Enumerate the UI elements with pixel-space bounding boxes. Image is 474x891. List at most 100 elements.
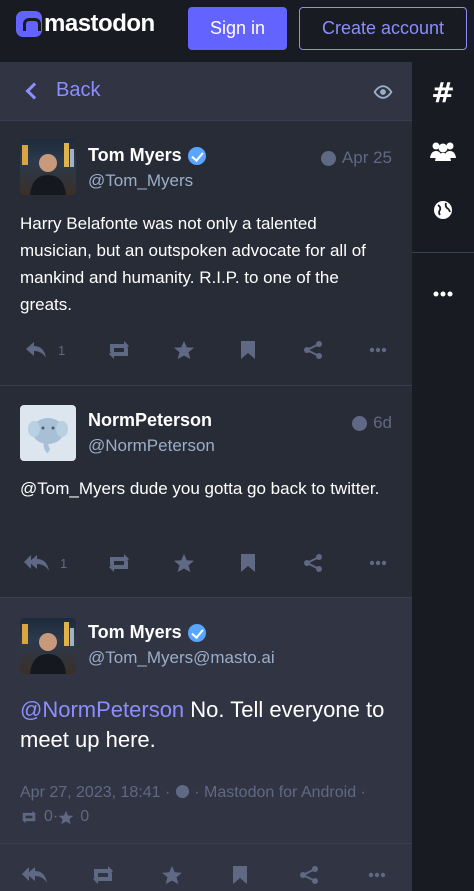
verified-badge-icon	[187, 623, 206, 642]
separator: ·	[189, 784, 204, 801]
favourite-button[interactable]	[173, 335, 195, 365]
avatar-image	[22, 622, 74, 674]
share-icon	[304, 341, 322, 359]
status-counts: 0 · 0	[20, 808, 89, 826]
more-button[interactable]	[369, 335, 387, 365]
avatar[interactable]	[20, 618, 76, 674]
logo-text: mastodon	[44, 10, 155, 37]
thread-column: Back Tom Myers @Tom_Myers Apr 25 Harry B…	[0, 62, 412, 891]
status-meta: Apr 27, 2023, 18:41 · · Mastodon for And…	[20, 784, 366, 802]
back-button[interactable]: Back	[24, 79, 100, 102]
status-content: Harry Belafonte was not only a talented …	[20, 214, 366, 314]
default-avatar-elephant-icon	[28, 418, 68, 454]
focused-status-card[interactable]: Tom Myers @Tom_Myers@masto.ai @NormPeter…	[0, 598, 412, 891]
bookmark-button[interactable]	[240, 335, 256, 365]
account-handle[interactable]: @Tom_Myers	[88, 171, 193, 191]
ellipsis-icon	[433, 291, 453, 297]
mention-link[interactable]: @NormPeterson	[20, 697, 184, 722]
status-content: @NormPeterson No. Tell everyone to meet …	[20, 695, 392, 755]
create-account-button[interactable]: Create account	[299, 7, 467, 50]
bookmark-button[interactable]	[232, 860, 248, 890]
mastodon-logo-icon	[16, 11, 42, 37]
status-timestamp[interactable]: 6d	[352, 413, 392, 433]
reply-all-button[interactable]: 1	[24, 548, 67, 578]
ellipsis-icon	[369, 347, 387, 353]
more-menu-button[interactable]	[412, 272, 474, 316]
share-button[interactable]	[299, 860, 319, 890]
column-header: Back	[0, 62, 412, 121]
star-icon	[174, 340, 194, 360]
status-actions: 1	[0, 335, 412, 365]
avatar[interactable]	[20, 405, 76, 461]
application-name[interactable]: Mastodon for Android	[204, 784, 356, 801]
display-name[interactable]: NormPeterson	[88, 410, 212, 431]
back-label: Back	[56, 79, 101, 101]
share-button[interactable]	[303, 335, 323, 365]
local-timeline-button[interactable]	[412, 129, 474, 173]
sign-in-button[interactable]: Sign in	[188, 7, 287, 50]
avatar[interactable]	[20, 139, 76, 195]
reply-all-button[interactable]	[22, 860, 48, 890]
account-handle[interactable]: @Tom_Myers@masto.ai	[88, 648, 275, 668]
boost-button[interactable]	[106, 335, 132, 365]
explore-hashtag-button[interactable]: #	[412, 70, 474, 114]
globe-icon	[175, 784, 189, 799]
share-button[interactable]	[303, 548, 323, 578]
separator: ·	[356, 784, 366, 801]
federated-timeline-button[interactable]	[412, 188, 474, 232]
star-icon	[174, 553, 194, 573]
favourite-count[interactable]: 0	[80, 808, 89, 826]
display-name[interactable]: Tom Myers	[88, 145, 206, 166]
globe-icon	[434, 201, 452, 219]
top-bar: mastodon Sign in Create account	[0, 0, 474, 62]
hashtag-icon: #	[431, 75, 455, 109]
share-icon	[300, 866, 318, 884]
bookmark-icon	[241, 554, 255, 572]
globe-icon	[352, 415, 368, 431]
status-timestamp[interactable]: Apr 25	[320, 148, 392, 168]
status-card[interactable]: NormPeterson @NormPeterson 6d @Tom_Myers…	[0, 386, 412, 598]
reply-button[interactable]: 1	[24, 335, 65, 365]
boost-button[interactable]	[90, 860, 116, 890]
boost-icon	[109, 341, 129, 359]
status-content: @Tom_Myers dude you gotta go back to twi…	[20, 479, 380, 498]
boost-count[interactable]: 0	[44, 808, 53, 826]
star-icon	[162, 865, 182, 885]
status-actions: 1	[0, 548, 412, 578]
display-name-text: Tom Myers	[88, 145, 182, 165]
reply-count: 1	[60, 555, 68, 571]
avatar-image	[22, 143, 74, 195]
ellipsis-icon	[368, 872, 386, 878]
mastodon-logo[interactable]: mastodon	[16, 10, 155, 38]
divider	[0, 843, 412, 844]
status-date[interactable]: Apr 27, 2023, 18:41	[20, 784, 161, 801]
status-card[interactable]: Tom Myers @Tom_Myers Apr 25 Harry Belafo…	[0, 121, 412, 386]
timestamp-text: Apr 25	[341, 148, 392, 167]
reply-icon	[26, 342, 46, 358]
eye-icon[interactable]	[373, 82, 393, 102]
reply-all-icon	[22, 867, 47, 883]
display-name-text: Tom Myers	[88, 622, 182, 642]
favourite-button[interactable]	[161, 860, 183, 890]
boost-icon	[109, 554, 129, 572]
display-name[interactable]: Tom Myers	[88, 622, 206, 643]
favourite-button[interactable]	[173, 548, 195, 578]
account-handle[interactable]: @NormPeterson	[88, 436, 215, 456]
more-button[interactable]	[368, 860, 386, 890]
boost-button[interactable]	[106, 548, 132, 578]
reply-count: 1	[58, 342, 66, 358]
bookmark-icon	[241, 341, 255, 359]
users-icon	[430, 142, 456, 161]
timestamp-text: 6d	[373, 413, 392, 432]
chevron-left-icon	[25, 82, 43, 99]
bookmark-icon	[233, 866, 247, 884]
status-actions	[0, 860, 412, 890]
separator: ·	[160, 784, 175, 801]
globe-icon	[320, 150, 336, 166]
more-button[interactable]	[369, 548, 387, 578]
verified-badge-icon	[187, 146, 206, 165]
bookmark-button[interactable]	[240, 548, 256, 578]
star-icon	[58, 810, 74, 824]
ellipsis-icon	[369, 560, 387, 566]
boost-icon	[22, 810, 36, 824]
